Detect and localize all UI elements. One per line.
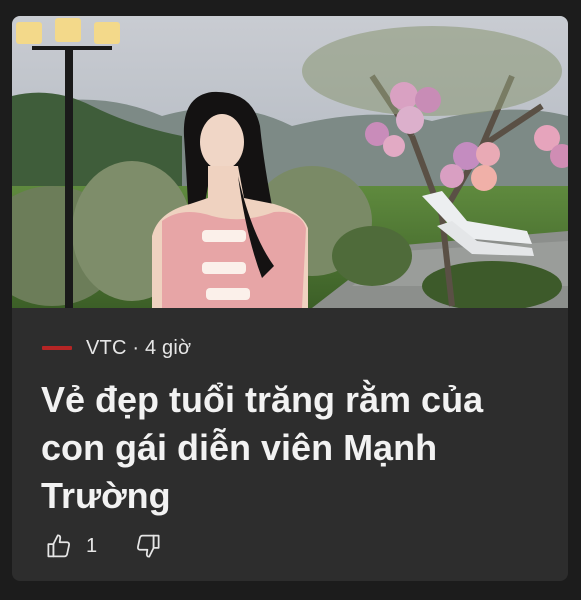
news-card[interactable]: VTC · 4 giờ Vẻ đẹp tuổi trăng rằm của co… — [12, 16, 568, 581]
thumbs-up-icon — [47, 534, 70, 558]
reaction-bar: 1 — [44, 528, 163, 564]
like-button[interactable] — [44, 531, 74, 561]
dislike-button[interactable] — [133, 531, 163, 561]
like-count: 1 — [86, 534, 98, 557]
article-meta: VTC · 4 giờ — [42, 334, 191, 362]
thumbs-down-icon — [137, 534, 160, 558]
article-image[interactable] — [12, 16, 568, 308]
article-title[interactable]: Vẻ đẹp tuổi trăng rằm của con gái diễn v… — [41, 376, 531, 520]
source-and-time: VTC · 4 giờ — [86, 336, 192, 359]
vtc-logo — [42, 346, 72, 350]
